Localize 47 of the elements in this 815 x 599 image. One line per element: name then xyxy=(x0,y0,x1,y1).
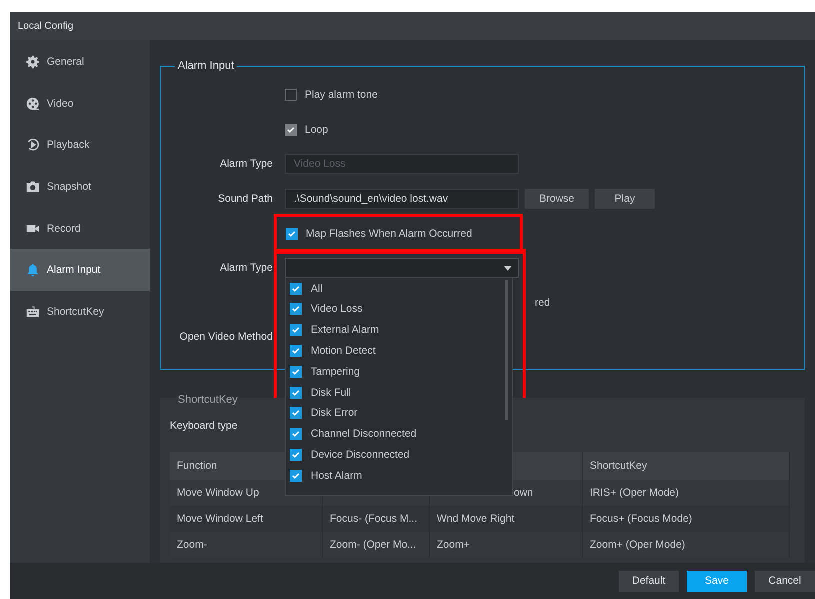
sidebar-item[interactable]: Playback xyxy=(10,124,150,166)
table-cell: Zoom- xyxy=(177,538,208,551)
file-button[interactable]: Play xyxy=(595,189,655,210)
table-cell: Move Window Left xyxy=(177,512,264,525)
sidebar-item[interactable]: Alarm Input xyxy=(10,249,150,292)
window-title: Local Config xyxy=(18,20,74,32)
table-cell: Focus- (Focus M... xyxy=(330,512,418,525)
table-cell: Zoom- (Oper Mo... xyxy=(330,538,416,551)
sound-path-field[interactable]: .\Sound\sound_en\video lost.wav xyxy=(285,189,519,210)
table-cell: Focus+ (Focus Mode) xyxy=(590,512,692,525)
option-label[interactable]: Motion Detect xyxy=(311,345,376,358)
field-label: Alarm Type xyxy=(220,262,273,274)
panel-title: Alarm Input xyxy=(177,60,236,72)
dialog-button[interactable]: Cancel xyxy=(755,570,815,592)
table-cell: Zoom+ xyxy=(437,538,470,551)
sidebar-item[interactable]: Record xyxy=(10,208,150,250)
checkbox-label: Play alarm tone xyxy=(305,89,378,102)
checkbox-label: Loop xyxy=(305,124,328,136)
table-cell: Zoom+ (Oper Mode) xyxy=(590,538,686,551)
option-label[interactable]: Tampering xyxy=(311,366,360,378)
field-label: Alarm Type xyxy=(220,158,273,170)
checkbox-label: red xyxy=(535,296,550,309)
option-label[interactable]: All xyxy=(311,282,323,295)
column-header: ShortcutKey xyxy=(590,460,648,472)
option-label[interactable]: Device Disconnected xyxy=(311,449,410,462)
table-cell: Wnd Move Right xyxy=(437,512,515,525)
dialog-button[interactable]: Default xyxy=(619,570,679,592)
panel-title: ShortcutKey xyxy=(177,392,239,406)
sidebar-item[interactable]: Video xyxy=(10,82,150,124)
sidebar-item[interactable]: Snapshot xyxy=(10,166,150,208)
field-label: Keyboard type xyxy=(170,420,238,432)
sidebar-item[interactable]: General xyxy=(10,41,150,83)
field-label: Sound Path xyxy=(218,193,273,206)
option-label[interactable]: Disk Full xyxy=(311,386,352,399)
checkbox-label: Map Flashes When Alarm Occurred xyxy=(306,228,472,240)
table-cell: own xyxy=(514,486,534,499)
table-cell: IRIS+ (Oper Mode) xyxy=(590,486,679,499)
field-label: Open Video Method xyxy=(180,331,273,344)
column-header: Function xyxy=(177,460,218,472)
option-label[interactable]: Disk Error xyxy=(311,407,358,420)
table-cell: Move Window Up xyxy=(177,486,260,499)
file-button[interactable]: Browse xyxy=(525,189,589,210)
option-label[interactable]: Host Alarm xyxy=(311,470,362,482)
option-label[interactable]: External Alarm xyxy=(311,324,380,336)
option-label[interactable]: Channel Disconnected xyxy=(311,428,417,440)
option-label[interactable]: Video Loss xyxy=(311,303,363,316)
sidebar-item[interactable]: ShortcutKey xyxy=(10,291,150,333)
